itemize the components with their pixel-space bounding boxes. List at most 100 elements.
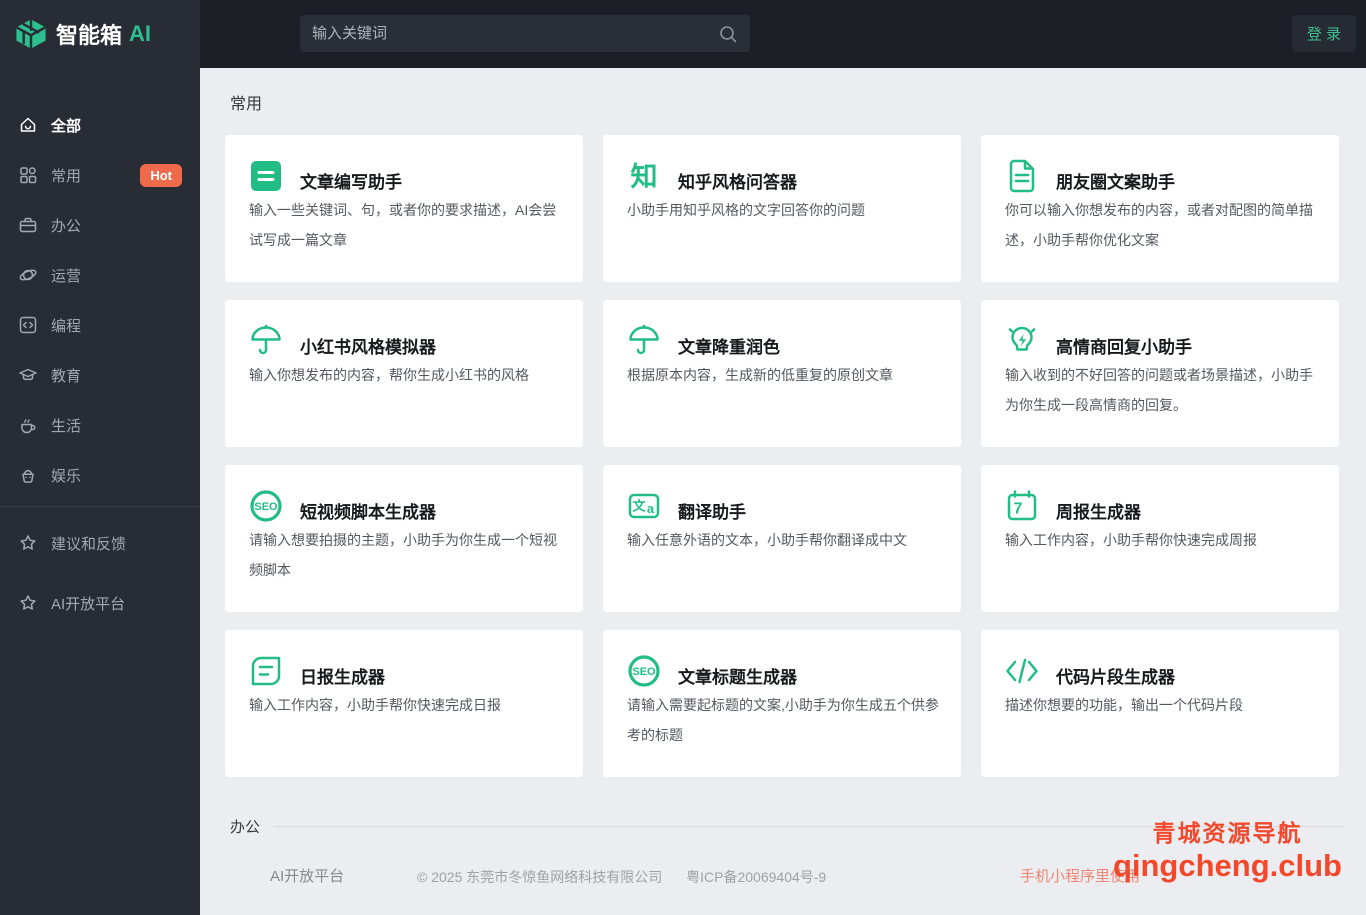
umbrella-icon: [248, 323, 284, 359]
tool-card-daily-report[interactable]: 日报生成器 输入工作内容，小助手帮你快速完成日报: [225, 630, 583, 777]
top-header: 登 录: [200, 0, 1366, 68]
sidebar: 智能箱 AI 全部 常用 Hot 办公 运营 编程 教育 生活 娱乐 建议和反馈…: [0, 0, 200, 915]
search-input[interactable]: [312, 25, 718, 42]
search-icon[interactable]: [718, 24, 738, 44]
tool-card-article-writer[interactable]: 文章编写助手 输入一些关键词、句，或者你的要求描述，AI会尝试写成一篇文章: [225, 135, 583, 282]
tool-card-title: 短视频脚本生成器: [300, 503, 436, 522]
tool-card-title: 翻译助手: [678, 503, 746, 522]
tool-card-title: 小红书风格模拟器: [300, 338, 436, 357]
sidebar-item-label: 全部: [51, 117, 82, 135]
tool-card-desc: 请输入需要起标题的文案,小助手为你生成五个供参考的标题: [627, 697, 939, 743]
sidebar-item-label: AI开放平台: [51, 595, 126, 613]
tool-card-title: 文章标题生成器: [678, 668, 797, 687]
tool-card-grid: 文章编写助手 输入一些关键词、句，或者你的要求描述，AI会尝试写成一篇文章 知 …: [225, 135, 1343, 777]
leaf-doc-icon: [248, 653, 284, 689]
brand-suffix: AI: [129, 21, 152, 46]
operation-icon: [19, 269, 37, 281]
sidebar-item-operation[interactable]: 运营: [0, 250, 200, 300]
footer-ai-platform-link[interactable]: AI开放平台: [270, 865, 344, 886]
logo-cube-icon: [16, 19, 46, 49]
sidebar-item-office[interactable]: 办公: [0, 200, 200, 250]
tool-card-translator[interactable]: 文a 翻译助手 输入任意外语的文本，小助手帮你翻译成中文: [603, 465, 961, 612]
svg-text:SEO: SEO: [632, 666, 656, 678]
translate-icon: 文a: [626, 488, 662, 524]
tool-card-xiaohongshu-style[interactable]: 小红书风格模拟器 输入你想发布的内容，帮你生成小红书的风格: [225, 300, 583, 447]
briefcase-icon: [19, 217, 37, 233]
sidebar-item-label: 运营: [51, 267, 82, 285]
bulb-flash-icon: [1004, 323, 1040, 359]
sidebar-item-label: 建议和反馈: [51, 535, 127, 553]
document-icon: [1004, 158, 1040, 194]
tool-card-title: 文章编写助手: [300, 173, 402, 192]
sidebar-item-life[interactable]: 生活: [0, 400, 200, 450]
star-icon: [20, 595, 36, 610]
calendar-7-icon: 7: [1004, 488, 1040, 524]
tool-card-desc: 描述你想要的功能，输出一个代码片段: [1005, 697, 1243, 713]
svg-text:7: 7: [1014, 501, 1023, 518]
hot-badge: Hot: [140, 163, 182, 187]
grid-icon: [20, 167, 37, 184]
tool-card-title: 周报生成器: [1056, 503, 1141, 522]
logo[interactable]: 智能箱 AI: [0, 0, 200, 68]
sidebar-item-all[interactable]: 全部: [0, 100, 200, 150]
tool-card-code-snippet[interactable]: 代码片段生成器 描述你想要的功能，输出一个代码片段: [981, 630, 1339, 777]
footer-copyright: © 2025 东莞市冬惊鱼网络科技有限公司 粤ICP备20069404号-9: [417, 867, 826, 887]
tool-card-moments-copy[interactable]: 朋友圈文案助手 你可以输入你想发布的内容，或者对配图的简单描述，小助手帮你优化文…: [981, 135, 1339, 282]
sidebar-item-label: 生活: [51, 417, 82, 435]
tool-card-article-title[interactable]: SEO 文章标题生成器 请输入需要起标题的文案,小助手为你生成五个供参考的标题: [603, 630, 961, 777]
sidebar-item-ai-platform[interactable]: AI开放平台: [0, 573, 200, 633]
sidebar-item-label: 办公: [51, 217, 82, 235]
home-icon: [20, 117, 36, 132]
tool-card-desc: 根据原本内容，生成新的低重复的原创文章: [627, 367, 893, 383]
tool-card-title: 文章降重润色: [678, 338, 780, 357]
tool-card-weekly-report[interactable]: 7 周报生成器 输入工作内容，小助手帮你快速完成周报: [981, 465, 1339, 612]
seo-circle-icon: SEO: [248, 488, 284, 524]
tool-card-title: 代码片段生成器: [1056, 668, 1175, 687]
main-content: 常用 文章编写助手 输入一些关键词、句，或者你的要求描述，AI会尝试写成一篇文章…: [200, 68, 1366, 915]
tool-card-title: 日报生成器: [300, 668, 385, 687]
sidebar-item-coding[interactable]: 编程: [0, 300, 200, 350]
section-divider: [274, 826, 1343, 827]
tool-card-desc: 输入你想发布的内容，帮你生成小红书的风格: [249, 367, 529, 383]
sidebar-nav: 全部 常用 Hot 办公 运营 编程 教育 生活 娱乐 建议和反馈 AI开放平台: [0, 68, 200, 633]
tool-card-desc: 输入收到的不好回答的问题或者场景描述，小助手为你生成一段高情商的回复。: [1005, 367, 1313, 413]
sidebar-footer: 建议和反馈 AI开放平台: [0, 513, 200, 633]
tool-card-desc: 你可以输入你想发布的内容，或者对配图的简单描述，小助手帮你优化文案: [1005, 202, 1313, 248]
sidebar-item-label: 编程: [51, 317, 82, 335]
copyright-text: © 2025 东莞市冬惊鱼网络科技有限公司: [417, 869, 663, 885]
tool-card-desc: 请输入想要拍摄的主题，小助手为你生成一个短视频脚本: [249, 532, 557, 578]
code-square-icon: [19, 316, 37, 334]
login-button[interactable]: 登 录: [1291, 15, 1356, 52]
graduation-cap-icon: [19, 368, 37, 381]
sidebar-item-common[interactable]: 常用 Hot: [0, 150, 200, 200]
tool-card-rewrite-polish[interactable]: 文章降重润色 根据原本内容，生成新的低重复的原创文章: [603, 300, 961, 447]
tool-card-desc: 输入任意外语的文本，小助手帮你翻译成中文: [627, 532, 907, 548]
tool-card-title: 朋友圈文案助手: [1056, 173, 1175, 192]
seo-circle-icon: SEO: [626, 653, 662, 689]
coffee-icon: [21, 419, 36, 434]
tool-card-short-video-script[interactable]: SEO 短视频脚本生成器 请输入想要拍摄的主题，小助手为你生成一个短视频脚本: [225, 465, 583, 612]
sidebar-item-entertainment[interactable]: 娱乐: [0, 450, 200, 500]
brand-name: 智能箱: [56, 23, 123, 48]
search-bar: [300, 15, 750, 52]
tool-card-desc: 输入工作内容，小助手帮你快速完成日报: [249, 697, 501, 713]
footer-right-note: 手机小程序里使用: [1020, 868, 1141, 885]
tool-card-eq-reply[interactable]: 高情商回复小助手 输入收到的不好回答的问题或者场景描述，小助手为你生成一段高情商…: [981, 300, 1339, 447]
svg-text:文: 文: [632, 499, 646, 514]
sidebar-item-education[interactable]: 教育: [0, 350, 200, 400]
svg-text:a: a: [647, 501, 655, 516]
sidebar-item-feedback[interactable]: 建议和反馈: [0, 513, 200, 573]
tool-card-zhihu-qa[interactable]: 知 知乎风格问答器 小助手用知乎风格的文字回答你的问题: [603, 135, 961, 282]
next-section-header: 办公: [230, 816, 1343, 837]
svg-text:SEO: SEO: [254, 501, 278, 513]
sidebar-item-label: 常用: [51, 167, 82, 185]
svg-text:知: 知: [631, 162, 658, 192]
tool-card-desc: 输入一些关键词、句，或者你的要求描述，AI会尝试写成一篇文章: [249, 202, 557, 248]
section-title: 常用: [230, 96, 263, 113]
tool-card-title: 高情商回复小助手: [1056, 338, 1192, 357]
tool-card-desc: 小助手用知乎风格的文字回答你的问题: [627, 202, 865, 218]
tool-card-desc: 输入工作内容，小助手帮你快速完成周报: [1005, 532, 1257, 548]
code-icon: [1004, 653, 1040, 689]
zhihu-icon: 知: [626, 158, 662, 194]
entertainment-icon: [22, 469, 34, 483]
